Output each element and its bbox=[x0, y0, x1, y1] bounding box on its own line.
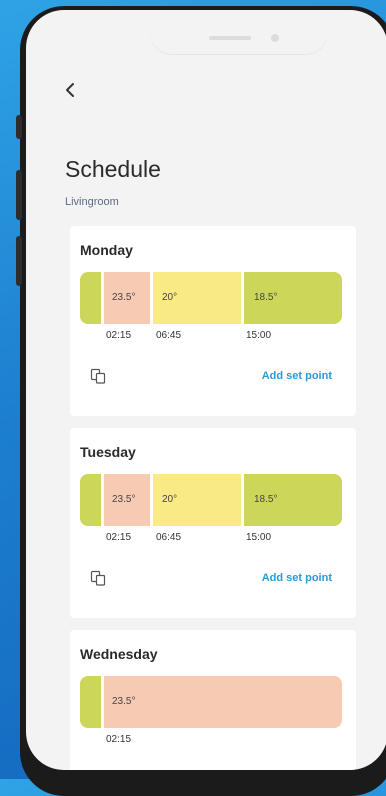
setpoint-time: 02:15 bbox=[106, 330, 132, 341]
schedule-segment[interactable] bbox=[80, 474, 101, 526]
add-set-point-button[interactable]: Add set point bbox=[262, 572, 332, 584]
schedule-segment[interactable]: 18.5° bbox=[244, 474, 342, 526]
schedule-segment[interactable] bbox=[80, 676, 101, 728]
setpoint-temp: 23.5° bbox=[112, 494, 136, 505]
schedule-bar[interactable]: 23.5° 20° 18.5° bbox=[80, 272, 342, 324]
day-card-wednesday: Wednesday 23.5° 02:15 bbox=[70, 630, 356, 770]
day-title: Monday bbox=[80, 242, 133, 258]
setpoint-time: 15:00 bbox=[246, 532, 272, 543]
page-title: Schedule bbox=[65, 156, 161, 182]
setpoint-time: 02:15 bbox=[106, 734, 132, 745]
day-title: Tuesday bbox=[80, 444, 136, 460]
app-screen: Schedule Livingroom Monday 23.5° 20° 18.… bbox=[26, 10, 386, 770]
setpoint-temp: 18.5° bbox=[254, 292, 278, 303]
copy-icon[interactable] bbox=[90, 570, 106, 586]
setpoint-temp: 23.5° bbox=[112, 292, 136, 303]
schedule-segment[interactable]: 23.5° bbox=[104, 474, 150, 526]
setpoint-temp: 20° bbox=[162, 292, 178, 303]
copy-icon[interactable] bbox=[90, 368, 106, 384]
schedule-segment[interactable] bbox=[80, 272, 101, 324]
phone-mute-switch bbox=[16, 115, 22, 139]
add-set-point-button[interactable]: Add set point bbox=[262, 370, 332, 382]
day-card-monday: Monday 23.5° 20° 18.5° 02:15 06:45 15:00… bbox=[70, 226, 356, 416]
phone-volume-up bbox=[16, 170, 22, 220]
schedule-bar[interactable]: 23.5° 20° 18.5° bbox=[80, 474, 342, 526]
day-title: Wednesday bbox=[80, 646, 158, 662]
schedule-segment[interactable]: 18.5° bbox=[244, 272, 342, 324]
setpoint-temp: 23.5° bbox=[112, 696, 136, 707]
setpoint-time: 06:45 bbox=[156, 330, 182, 341]
setpoint-time: 15:00 bbox=[246, 330, 272, 341]
phone-volume-down bbox=[16, 236, 22, 286]
room-name: Livingroom bbox=[65, 196, 119, 208]
setpoint-temp: 20° bbox=[162, 494, 178, 505]
chevron-left-icon[interactable] bbox=[64, 80, 76, 102]
setpoint-time: 02:15 bbox=[106, 532, 132, 543]
schedule-segment[interactable]: 23.5° bbox=[104, 676, 342, 728]
schedule-segment[interactable]: 23.5° bbox=[104, 272, 150, 324]
setpoint-temp: 18.5° bbox=[254, 494, 278, 505]
schedule-bar[interactable]: 23.5° bbox=[80, 676, 342, 728]
notch bbox=[149, 10, 329, 54]
speaker bbox=[209, 36, 251, 40]
schedule-segment[interactable]: 20° bbox=[153, 272, 241, 324]
camera bbox=[271, 34, 279, 42]
schedule-segment[interactable]: 20° bbox=[153, 474, 241, 526]
day-card-tuesday: Tuesday 23.5° 20° 18.5° 02:15 06:45 15:0… bbox=[70, 428, 356, 618]
setpoint-time: 06:45 bbox=[156, 532, 182, 543]
